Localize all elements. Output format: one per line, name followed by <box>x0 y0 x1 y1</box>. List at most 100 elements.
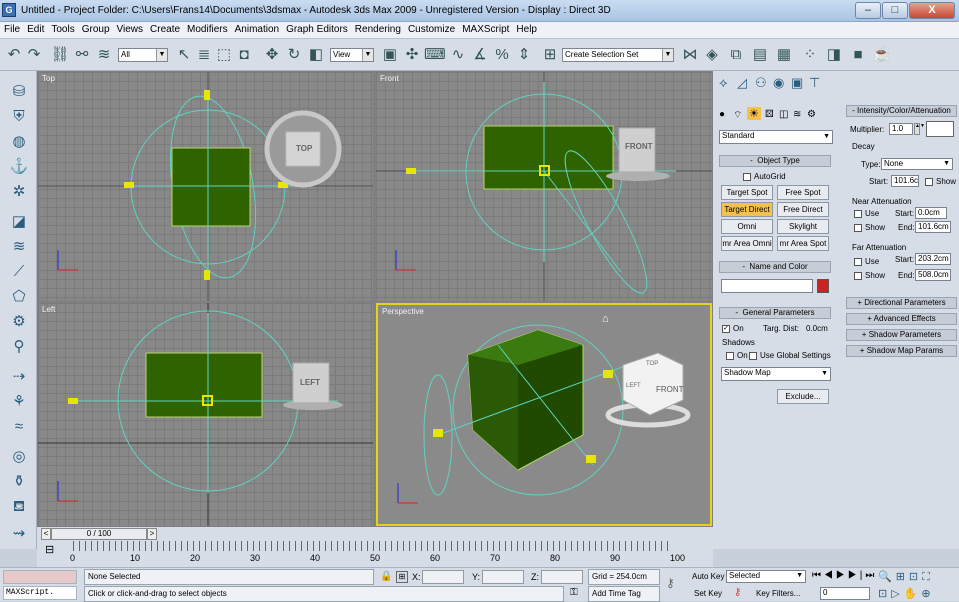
far-start-input[interactable]: 203.2cm <box>915 253 951 265</box>
manipulate-icon[interactable]: ✣ <box>402 45 422 65</box>
near-use-checkbox[interactable]: Use <box>854 209 879 218</box>
x-coord-input[interactable] <box>422 570 464 584</box>
menu-edit[interactable]: Edit <box>23 22 47 35</box>
key-mode-dropdown[interactable]: Selected ▼ <box>726 570 806 583</box>
target-spot-button[interactable]: Target Spot <box>721 185 773 200</box>
current-frame-input[interactable]: 0 <box>820 587 870 600</box>
menu-modifiers[interactable]: Modifiers <box>183 22 231 35</box>
tool-icon-11[interactable]: ⚲ <box>8 336 30 358</box>
create-tab-icon[interactable]: ⟡ <box>719 75 728 91</box>
viewport-label-front[interactable]: Front <box>380 74 399 83</box>
maxscript-mini-listener[interactable]: MAXScript. <box>3 586 77 600</box>
mini-curve-editor-icon[interactable]: ⊟ <box>45 543 54 556</box>
menu-create[interactable]: Create <box>146 22 183 35</box>
far-use-checkbox[interactable]: Use <box>854 257 879 266</box>
utilities-tab-icon[interactable]: ⊤ <box>809 75 820 91</box>
far-show-checkbox[interactable]: Show <box>854 271 885 280</box>
geometry-icon[interactable]: ● <box>719 109 725 120</box>
unlink-icon[interactable]: ⚯ <box>72 45 92 65</box>
y-coord-input[interactable] <box>482 570 524 584</box>
general-parameters-rollout[interactable]: - General Parameters <box>719 307 831 319</box>
viewport-nav-controls-2[interactable]: ⊡▷✋⊕ <box>878 587 935 600</box>
tool-icon-9[interactable]: ⬠ <box>8 286 30 308</box>
light-on-checkbox[interactable]: ✓ On <box>722 324 744 333</box>
multiplier-input[interactable]: 1.0 <box>889 123 913 135</box>
object-color-swatch[interactable] <box>817 279 829 293</box>
tool-icon-5[interactable]: ✲ <box>8 181 30 203</box>
systems-icon[interactable]: ⚙ <box>807 109 816 120</box>
z-coord-input[interactable] <box>541 570 583 584</box>
tool-icon-16[interactable]: ⚱ <box>8 471 30 493</box>
cameras-icon[interactable]: ⚄ <box>765 109 774 120</box>
select-by-name-icon[interactable]: ≣ <box>194 45 214 65</box>
viewcube-left[interactable]: LEFT <box>300 378 320 387</box>
menu-customize[interactable]: Customize <box>404 22 458 35</box>
playback-controls[interactable]: ⏮◀▶▶|⏭ <box>812 570 877 581</box>
shapes-icon[interactable]: ⌔ <box>733 109 742 122</box>
intensity-rollout[interactable]: - Intensity/Color/Attenuation <box>846 105 957 117</box>
add-time-tag-button[interactable]: Add Time Tag <box>588 586 660 602</box>
reference-coord-dropdown[interactable]: View ▼ <box>330 48 374 62</box>
viewport-label-top[interactable]: Top <box>42 74 55 83</box>
key-filters-button[interactable]: Key Filters... <box>756 589 800 598</box>
category-dropdown[interactable]: Standard ▼ <box>719 130 833 144</box>
render-icon[interactable]: ☕ <box>872 45 892 65</box>
tool-icon-7[interactable]: ≋ <box>8 236 30 258</box>
mirror-icon[interactable]: ⋈ <box>680 45 700 65</box>
menu-group[interactable]: Group <box>78 22 113 35</box>
viewcube-front[interactable]: FRONT <box>625 142 653 151</box>
near-show-checkbox[interactable]: Show <box>854 223 885 232</box>
time-tag-icon[interactable]: ⚿ <box>570 587 578 598</box>
menu-animation[interactable]: Animation <box>231 22 282 35</box>
tool-icon-2[interactable]: ⛨ <box>8 106 30 128</box>
undo-icon[interactable]: ↶ <box>4 45 24 65</box>
key-icon[interactable]: ⚷ <box>666 576 675 590</box>
viewcube-perspective-left[interactable]: LEFT <box>626 383 641 389</box>
material-editor-icon[interactable]: ⁘ <box>800 45 820 65</box>
tool-icon-1[interactable]: ⛁ <box>8 81 30 103</box>
rect-region-icon[interactable]: ⬚ <box>214 45 234 65</box>
near-end-input[interactable]: 101.6cm <box>915 221 951 233</box>
redo-icon[interactable]: ↷ <box>24 45 44 65</box>
lights-icon[interactable]: ☀ <box>747 107 761 120</box>
near-start-input[interactable]: 0.0cm <box>915 207 947 219</box>
link-icon[interactable]: ⛓ <box>50 45 70 65</box>
light-color-swatch[interactable] <box>926 121 954 137</box>
pivot-icon[interactable]: ▣ <box>380 45 400 65</box>
tool-icon-12[interactable]: ⇢ <box>8 366 30 388</box>
decay-start-input[interactable]: 101.6c <box>891 175 919 187</box>
time-prev-button[interactable]: < <box>41 528 51 540</box>
tool-icon-10[interactable]: ⚙ <box>8 311 30 333</box>
omni-button[interactable]: Omni <box>721 219 773 234</box>
helpers-icon[interactable]: ◫ <box>779 109 788 120</box>
percent-snap-icon[interactable]: % <box>492 45 512 65</box>
use-global-settings-checkbox[interactable]: Use Global Settings <box>749 351 831 360</box>
move-icon[interactable]: ✥ <box>262 45 282 65</box>
menu-tools[interactable]: Tools <box>47 22 77 35</box>
align-icon[interactable]: ◈ <box>702 45 722 65</box>
tool-icon-8[interactable]: ⟋ <box>8 261 30 283</box>
lock-icon[interactable]: 🔒 <box>380 571 392 582</box>
menu-views[interactable]: Views <box>113 22 147 35</box>
shadow-type-dropdown[interactable]: Shadow Map ▼ <box>721 367 831 381</box>
set-key-button[interactable]: Set Key <box>694 589 722 598</box>
tool-icon-17[interactable]: ⛾ <box>8 496 30 518</box>
time-next-button[interactable]: > <box>147 528 157 540</box>
layer-manager-icon[interactable]: ⧉ <box>726 45 746 65</box>
target-direct-button[interactable]: Target Direct <box>721 202 773 217</box>
minimize-button[interactable]: – <box>855 2 881 19</box>
object-type-rollout[interactable]: - Object Type <box>719 155 831 167</box>
viewcube-perspective-front[interactable]: FRONT <box>656 385 684 394</box>
decay-type-dropdown[interactable]: None ▼ <box>881 158 953 170</box>
free-direct-button[interactable]: Free Direct <box>777 202 829 217</box>
spinner-snap-icon[interactable]: ⇕ <box>514 45 534 65</box>
viewport-left[interactable]: LEFT Left <box>38 303 373 526</box>
viewcube-top[interactable]: TOP <box>296 144 312 153</box>
time-slider[interactable]: 0 / 100 <box>51 528 147 540</box>
curve-editor-icon[interactable]: ▤ <box>750 45 770 65</box>
menu-rendering[interactable]: Rendering <box>351 22 404 35</box>
menu-help[interactable]: Help <box>512 22 540 35</box>
viewcube-perspective-top[interactable]: TOP <box>646 361 658 367</box>
autogrid-checkbox[interactable]: AutoGrid <box>743 172 786 181</box>
tool-icon-3[interactable]: ◍ <box>8 131 30 153</box>
